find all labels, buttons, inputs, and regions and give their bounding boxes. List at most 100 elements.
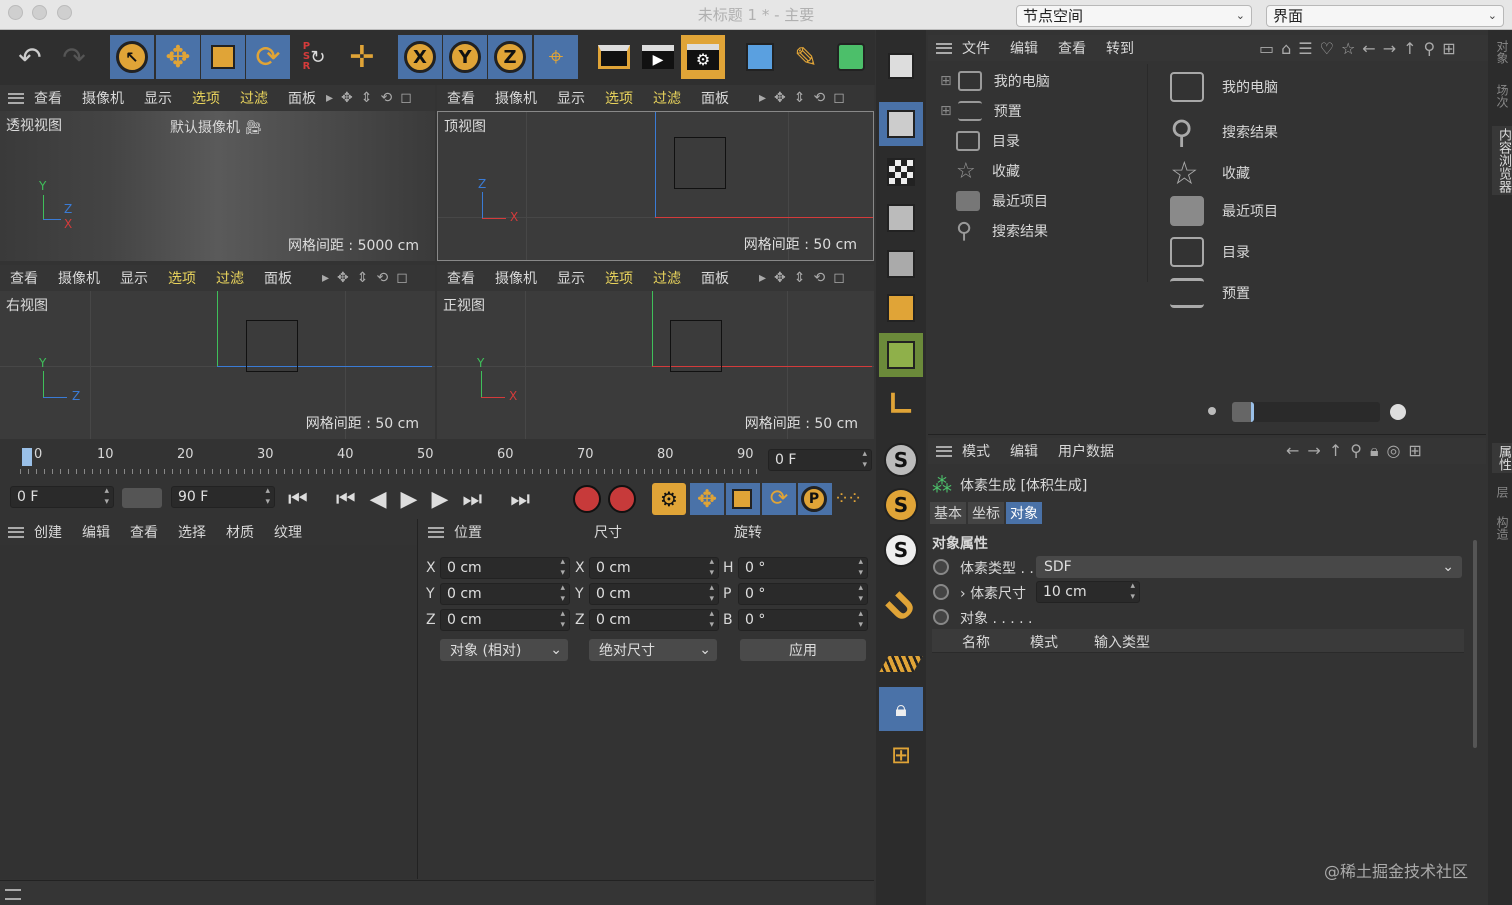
snap-settings-button[interactable]: S [879, 483, 923, 527]
node-space-dropdown[interactable]: 节点空间 ⌄ [1016, 5, 1252, 27]
undo-button[interactable]: ↶ [8, 35, 52, 79]
coord-mode-dropdown[interactable]: 对象 (相对) ⌄ [440, 639, 568, 661]
menu-filter[interactable]: 过滤 [653, 88, 681, 108]
tree-item-catalog[interactable]: 目录 [956, 126, 1020, 156]
cube-object-button[interactable] [738, 35, 782, 79]
menu-create[interactable]: 创建 [34, 522, 62, 542]
menu-display[interactable]: 显示 [557, 88, 585, 108]
tab-attributes[interactable]: 属性 [1492, 443, 1512, 473]
grid-item-favorites[interactable]: ☆ 收藏 [1170, 154, 1250, 192]
menu-options[interactable]: 选项 [168, 268, 196, 288]
autokey-icon[interactable] [608, 485, 636, 513]
move-tool-button[interactable]: ✥ [156, 35, 200, 79]
redo-button[interactable]: ↷ [52, 35, 96, 79]
menu-display[interactable]: 显示 [557, 268, 585, 288]
menu-filter[interactable]: 过滤 [216, 268, 244, 288]
tree-item-my-computer[interactable]: ⊞ 我的电脑 [940, 66, 1050, 96]
viewport-nav-icons[interactable]: ▸✥⇕⟲◻ [322, 270, 416, 286]
layout-dropdown[interactable]: 界面 ⌄ [1266, 5, 1504, 27]
menu-panel[interactable]: 面板 [264, 268, 292, 288]
rot-p-field[interactable]: 0 ° ▴ ▾ [738, 583, 868, 605]
menu-select[interactable]: 选择 [178, 522, 206, 542]
key-parameter-icon[interactable]: P [798, 483, 832, 515]
right-viewport[interactable]: 右视图 Y Z 网格间距 : 50 cm [0, 291, 435, 439]
menu-camera[interactable]: 摄像机 [495, 268, 537, 288]
last-tool-button[interactable]: ✛ [340, 35, 384, 79]
viewport-nav-icons[interactable]: ▸✥⇕⟲◻ [326, 90, 420, 106]
apply-button[interactable]: 应用 [740, 639, 866, 661]
model-mode-button[interactable] [879, 102, 923, 146]
lock-x-button[interactable]: X [398, 35, 442, 79]
layout-cube-button[interactable] [879, 44, 923, 88]
tree-item-recent[interactable]: 最近项目 [956, 186, 1048, 216]
menu-options[interactable]: 选项 [605, 268, 633, 288]
size-y-field[interactable]: 0 cm ▴ ▾ [589, 583, 719, 605]
timeline-ruler[interactable]: 0 10 20 30 40 50 60 70 80 90 0 F ▴ ▾ [0, 441, 874, 479]
end-frame-field[interactable]: 90 F ▴ ▾ [171, 486, 275, 508]
viewport-nav-icons[interactable]: ▸✥⇕⟲◻ [759, 90, 853, 106]
menu-display[interactable]: 显示 [144, 88, 172, 108]
col-input-type[interactable]: 输入类型 [1094, 632, 1150, 652]
select-tool-button[interactable]: ↖ [110, 35, 154, 79]
go-to-start-icon[interactable]: ⏮ [288, 487, 308, 512]
tab-coord[interactable]: 坐标 [968, 502, 1004, 524]
current-frame-field[interactable]: 0 F ▴ ▾ [768, 449, 872, 471]
menu-filter[interactable]: 过滤 [653, 268, 681, 288]
hamburger-icon[interactable] [8, 92, 24, 104]
menu-view[interactable]: 查看 [34, 88, 62, 108]
polygon-mode-button[interactable] [879, 286, 923, 330]
tree-item-favorites[interactable]: ☆ 收藏 [956, 156, 1020, 186]
keyframe-selection-icon[interactable]: ⚙ [652, 483, 686, 515]
workplane-button[interactable] [879, 642, 923, 686]
menu-panel[interactable]: 面板 [701, 268, 729, 288]
play-icon[interactable]: ▶ [401, 487, 418, 512]
tab-layers[interactable]: 层 [1494, 486, 1511, 498]
menu-view[interactable]: 查看 [130, 522, 158, 542]
menu-file[interactable]: 文件 [962, 38, 990, 58]
col-mode[interactable]: 模式 [1030, 632, 1058, 652]
pos-x-field[interactable]: 0 cm ▴ ▾ [440, 557, 570, 579]
pen-tool-button[interactable]: ✎ [784, 35, 828, 79]
zoom-slider[interactable] [1232, 402, 1380, 422]
pos-y-field[interactable]: 0 cm ▴ ▾ [440, 583, 570, 605]
lock-workplane-button[interactable]: 🔒︎ [879, 687, 923, 731]
rotate-tool-button[interactable]: ⟳ [246, 35, 290, 79]
hamburger-icon[interactable] [936, 42, 952, 54]
menu-camera[interactable]: 摄像机 [82, 88, 124, 108]
keyframe-toggle[interactable] [933, 559, 949, 575]
workplane-align-button[interactable]: ⊞ [879, 733, 923, 777]
next-frame-icon[interactable]: ▶ [431, 487, 448, 512]
menu-view[interactable]: 查看 [447, 268, 475, 288]
rot-h-field[interactable]: 0 ° ▴ ▾ [738, 557, 868, 579]
prev-key-icon[interactable]: ⏮ [336, 487, 356, 512]
playhead[interactable] [22, 448, 32, 466]
magnet-button[interactable]: U [878, 584, 923, 629]
key-scale-icon[interactable] [726, 483, 760, 515]
subdivision-button[interactable] [829, 35, 873, 79]
key-rotation-icon[interactable]: ⟳ [762, 483, 796, 515]
col-name[interactable]: 名称 [962, 632, 990, 652]
menu-goto[interactable]: 转到 [1106, 38, 1134, 58]
keyframe-toggle[interactable] [933, 584, 949, 600]
menu-options[interactable]: 选项 [192, 88, 220, 108]
lock-y-button[interactable]: Y [443, 35, 487, 79]
tab-objects[interactable]: 对象 [1494, 40, 1511, 64]
voxel-type-dropdown[interactable]: SDF ⌄ [1036, 556, 1462, 578]
menu-panel[interactable]: 面板 [288, 88, 316, 108]
axis-mode-button[interactable]: ∟ [879, 382, 923, 426]
tab-basic[interactable]: 基本 [930, 502, 966, 524]
record-icon[interactable] [573, 485, 601, 513]
grid-item-search-results[interactable]: ⚲ 搜索结果 [1170, 113, 1278, 151]
tree-item-presets[interactable]: ⊞ 预置 [940, 96, 1022, 126]
front-viewport[interactable]: 正视图 Y X 网格间距 : 50 cm [437, 291, 874, 439]
menu-view[interactable]: 查看 [447, 88, 475, 108]
hamburger-icon[interactable] [5, 889, 21, 900]
uv-mode-button[interactable] [879, 333, 923, 377]
render-view-button[interactable] [592, 35, 636, 79]
grid-item-presets[interactable]: 预置 [1170, 278, 1250, 308]
grid-item-catalog[interactable]: 目录 [1170, 237, 1250, 267]
hamburger-icon[interactable] [428, 526, 444, 538]
size-mode-dropdown[interactable]: 绝对尺寸 ⌄ [589, 639, 717, 661]
rot-b-field[interactable]: 0 ° ▴ ▾ [738, 609, 868, 631]
menu-material[interactable]: 材质 [226, 522, 254, 542]
